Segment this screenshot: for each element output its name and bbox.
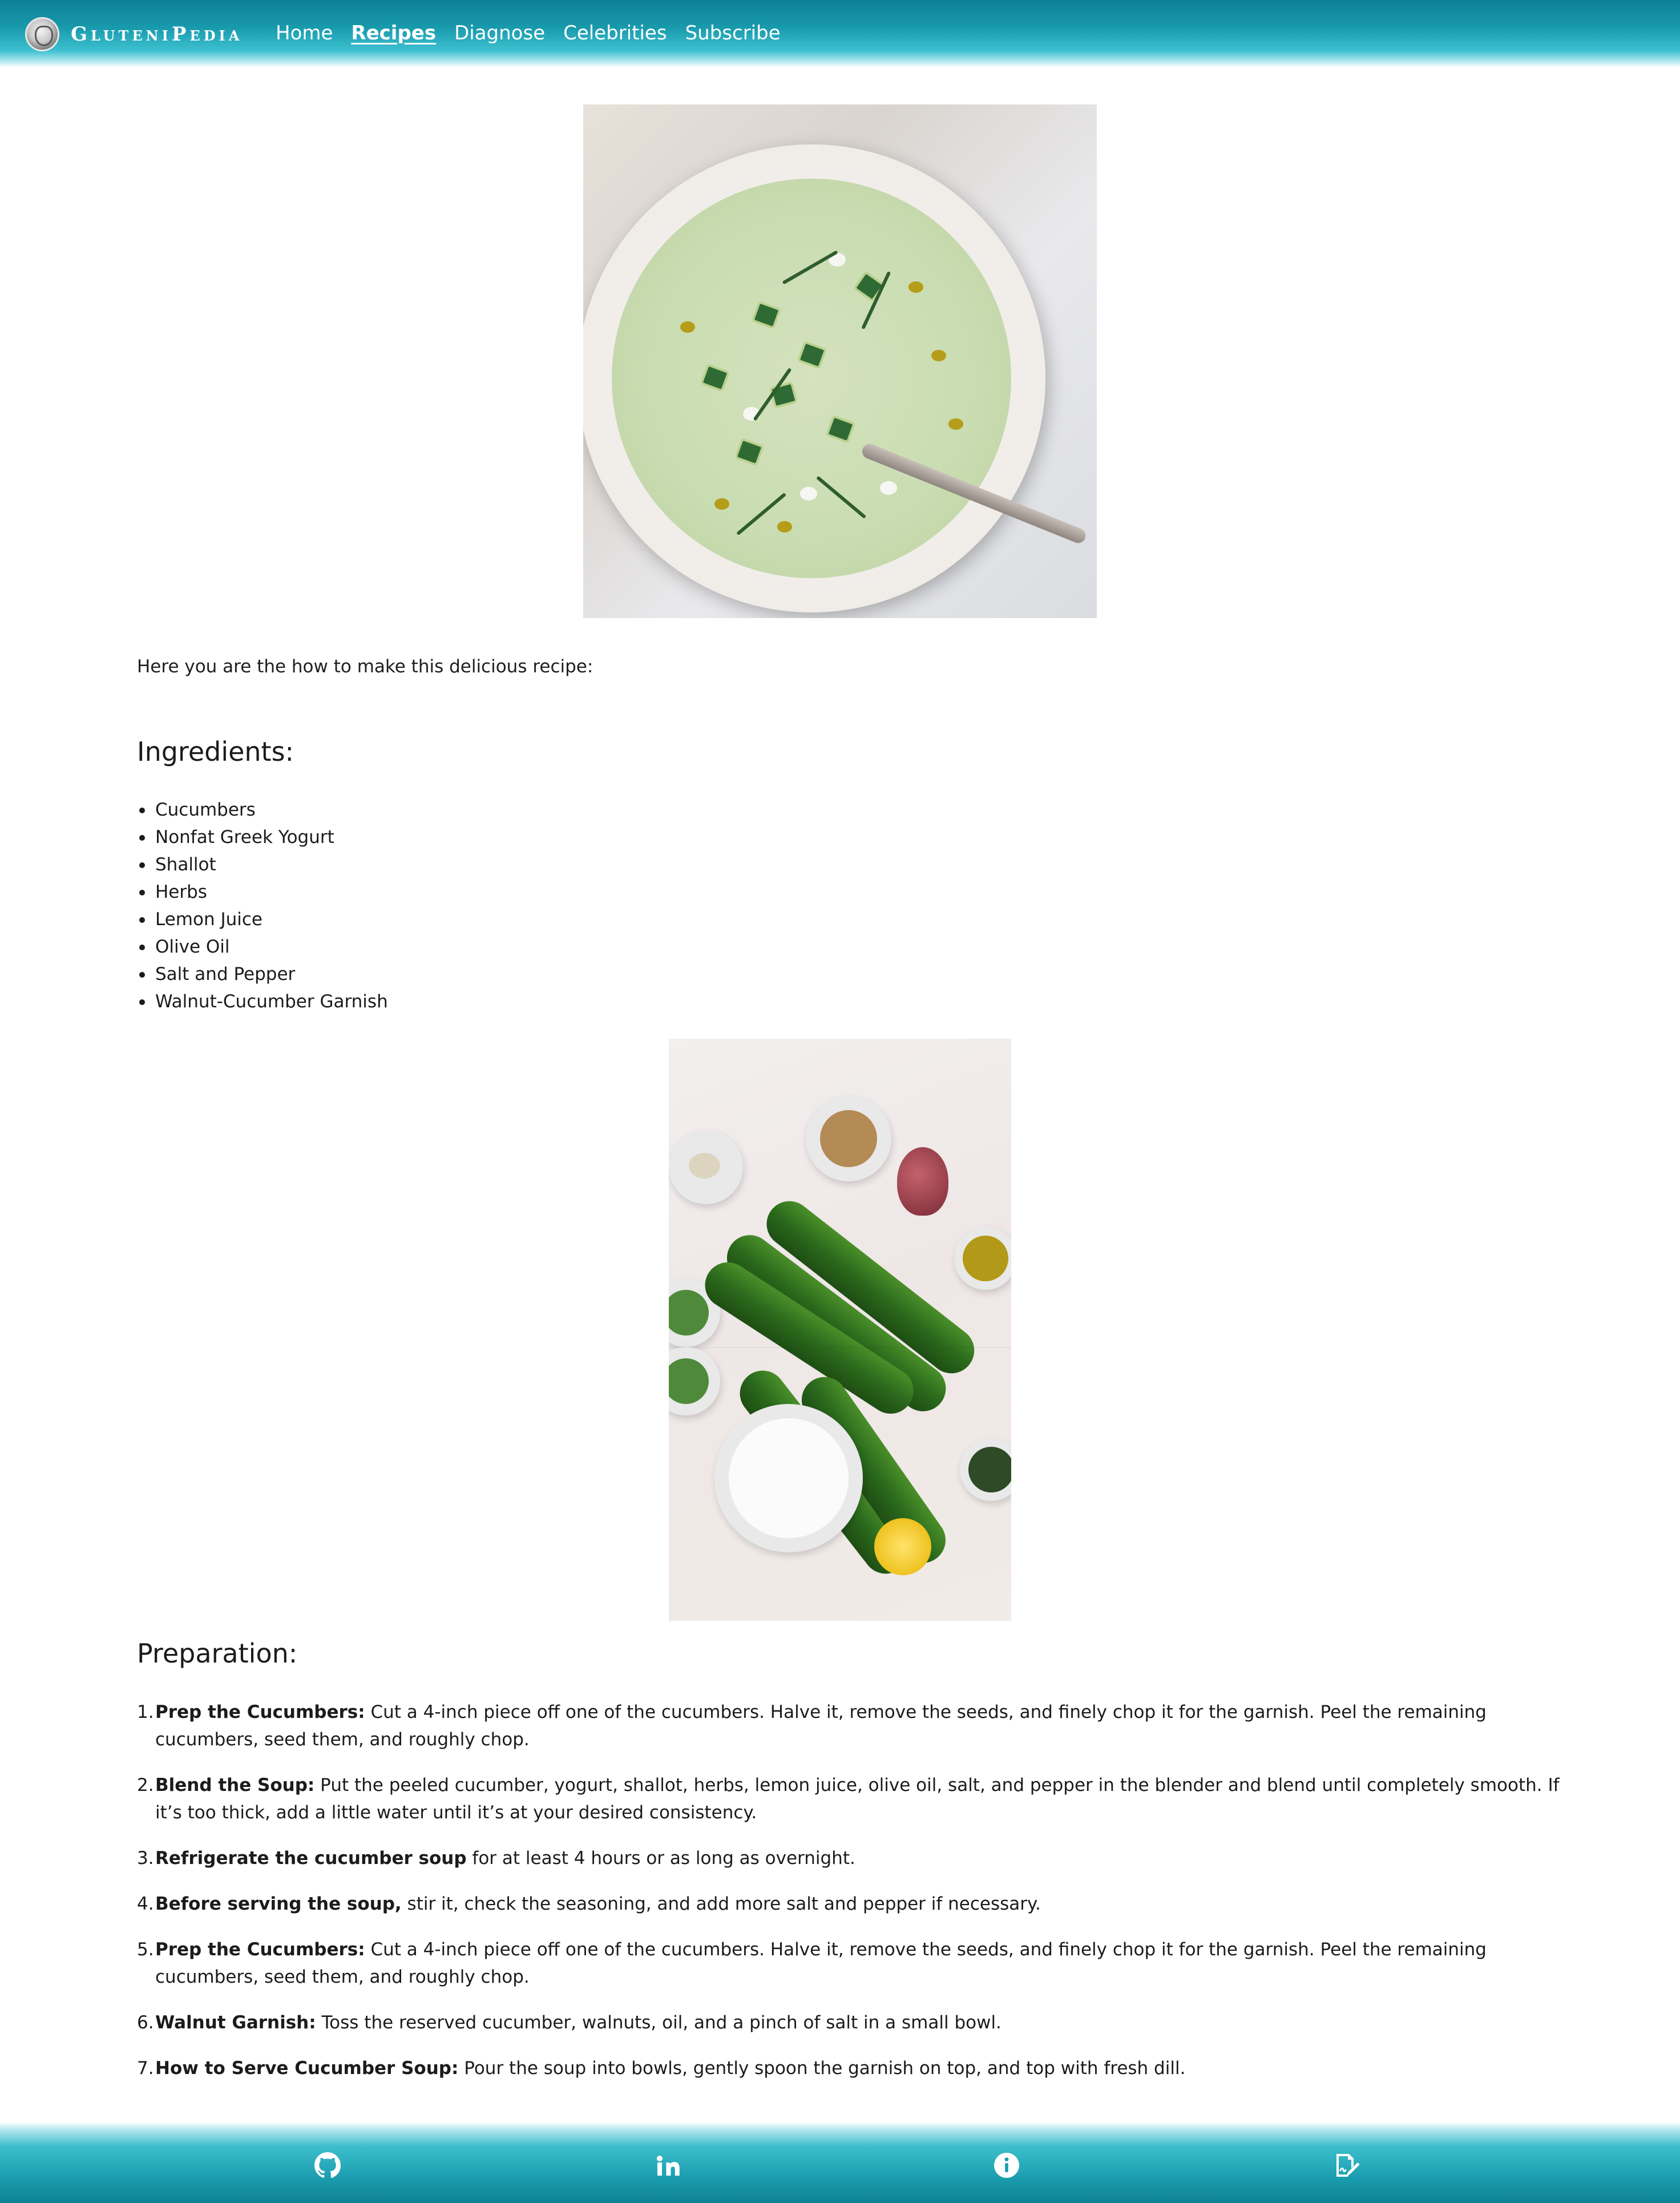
- nav-celebrities-link[interactable]: Celebrities: [563, 22, 667, 45]
- preparation-step: 2. Blend the Soup: Put the peeled cucumbe…: [137, 1775, 1560, 1823]
- preparation-step: 5. Prep the Cucumbers: Cut a 4-inch piece…: [137, 1939, 1487, 1987]
- github-icon[interactable]: [314, 2152, 341, 2179]
- soup-photo: [583, 104, 1097, 618]
- brand[interactable]: GluteniPedia: [25, 17, 243, 51]
- nav-recipes-link[interactable]: Recipes: [351, 22, 436, 45]
- footer: [0, 2122, 1680, 2203]
- nav-home-link[interactable]: Home: [276, 22, 333, 45]
- nav-diagnose-link[interactable]: Diagnose: [454, 22, 545, 45]
- info-icon[interactable]: [993, 2152, 1020, 2179]
- ingredient-item: Walnut-Cucumber Garnish: [137, 988, 388, 1015]
- linkedin-icon[interactable]: [654, 2152, 681, 2179]
- preparation-step: 6. Walnut Garnish: Toss the reserved cucu…: [137, 2012, 1001, 2033]
- preparation-step: 7. How to Serve Cucumber Soup: Pour the s…: [137, 2058, 1186, 2079]
- top-navbar: GluteniPedia Home Recipes Diagnose Celeb…: [0, 0, 1680, 67]
- brand-name: GluteniPedia: [71, 23, 243, 46]
- ingredient-item: Nonfat Greek Yogurt: [137, 824, 388, 851]
- nav-links: Home Recipes Diagnose Celebrities Subscr…: [276, 22, 799, 45]
- ingredient-item: Lemon Juice: [137, 906, 388, 933]
- preparation-step: 4. Before serving the soup, stir it, chec…: [137, 1894, 1041, 1914]
- nav-subscribe-link[interactable]: Subscribe: [685, 22, 781, 45]
- bowl: [583, 144, 1045, 612]
- ingredient-item: Herbs: [137, 878, 388, 906]
- brand-logo-icon: [25, 17, 59, 51]
- ingredients-photo: [669, 1039, 1011, 1621]
- preparation-step: 3. Refrigerate the cucumber soup for at l…: [137, 1848, 855, 1869]
- ingredient-item: Shallot: [137, 851, 388, 878]
- ingredient-item: Cucumbers: [137, 796, 388, 824]
- signature-icon[interactable]: [1333, 2152, 1360, 2179]
- ingredient-item: Olive Oil: [137, 933, 388, 961]
- ingredients-heading: Ingredients:: [137, 736, 294, 767]
- ingredient-item: Salt and Pepper: [137, 961, 388, 988]
- preparation-heading: Preparation:: [137, 1638, 298, 1669]
- soup: [612, 179, 1011, 578]
- recipe-intro: Here you are the how to make this delici…: [137, 656, 593, 677]
- preparation-list: 1. Prep the Cucumbers: Cut a 4-inch piece…: [137, 1698, 1564, 2100]
- ingredients-list: Cucumbers Nonfat Greek Yogurt Shallot He…: [137, 796, 388, 1015]
- preparation-step: 1. Prep the Cucumbers: Cut a 4-inch piece…: [137, 1702, 1487, 1750]
